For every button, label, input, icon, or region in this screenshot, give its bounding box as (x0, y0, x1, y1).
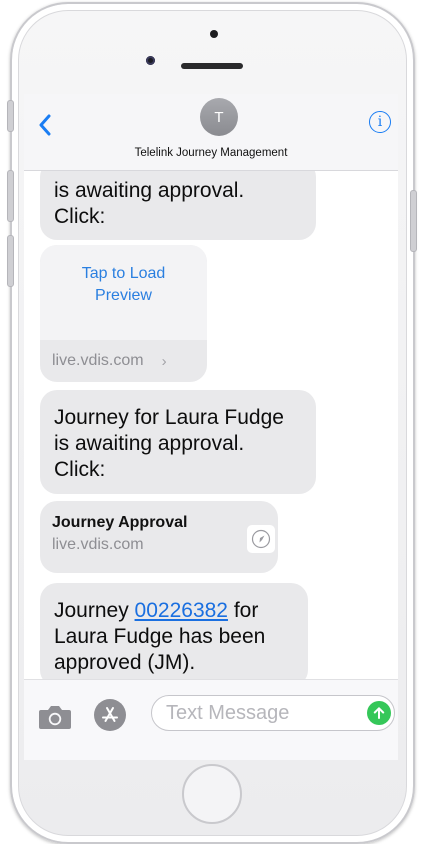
message-input-bar (24, 679, 398, 760)
phone-frame-stage: is awaiting approval. Click: Tap to Load… (0, 0, 421, 844)
message-line: is awaiting approval. (54, 432, 245, 455)
compass-icon (247, 525, 275, 553)
send-button[interactable] (367, 701, 391, 725)
side-button-volume-up (7, 170, 14, 222)
avatar-initial: T (214, 108, 224, 126)
preview-domain-row[interactable]: live.vdis.com › (40, 340, 207, 382)
earpiece-speaker (181, 63, 243, 69)
contact-name[interactable]: Telelink Journey Management (24, 147, 398, 159)
message-bubble[interactable]: is awaiting approval. Click: (40, 160, 316, 240)
app-store-button[interactable] (94, 699, 126, 731)
chevron-left-icon (39, 114, 51, 136)
conversation-header: T Telelink Journey Management i (24, 94, 398, 171)
message-list[interactable]: is awaiting approval. Click: Tap to Load… (24, 94, 398, 760)
message-line: Click: (54, 205, 106, 228)
message-line: Laura Fudge has been (54, 625, 266, 648)
preview-domain: live.vdis.com (52, 352, 144, 369)
info-button[interactable]: i (369, 111, 391, 133)
messages-screen: is awaiting approval. Click: Tap to Load… (24, 94, 398, 760)
message-line: Journey for Laura Fudge (54, 406, 284, 429)
chevron-right-icon: › (161, 352, 167, 370)
link-preview-card[interactable]: Journey Approval live.vdis.com (40, 501, 278, 573)
arrow-up-icon (373, 707, 385, 719)
bubble-tail (40, 368, 49, 382)
tap-to-load-preview-link[interactable]: Tap to Load Preview (40, 245, 207, 307)
home-button[interactable] (182, 764, 242, 824)
side-button-mute (7, 100, 14, 132)
side-button-power (410, 190, 417, 252)
preview-title: Journey Approval (52, 514, 188, 531)
journey-number-link[interactable]: 00226382 (135, 599, 228, 622)
message-input[interactable] (166, 696, 356, 730)
camera-button[interactable] (38, 704, 72, 730)
message-line: Click: (54, 458, 106, 481)
message-line: is awaiting approval. (54, 179, 245, 202)
preview-domain: live.vdis.com (52, 536, 144, 553)
back-button[interactable] (34, 112, 56, 138)
front-camera (146, 56, 155, 65)
preview-image-area[interactable]: Tap to Load Preview (40, 245, 207, 340)
message-line: approved (JM). (54, 651, 196, 674)
app-store-icon (102, 707, 118, 722)
info-icon: i (377, 114, 383, 130)
link-preview-card[interactable]: Tap to Load Preview live.vdis.com › (40, 245, 207, 382)
message-text-field[interactable] (151, 695, 395, 731)
message-line: Journey 00226382 for (54, 599, 259, 622)
proximity-sensor (210, 30, 218, 38)
contact-avatar[interactable]: T (200, 98, 238, 136)
camera-icon (39, 706, 71, 729)
message-bubble[interactable]: Journey for Laura Fudge is awaiting appr… (40, 390, 316, 494)
message-bubble[interactable]: Journey 00226382 for Laura Fudge has bee… (40, 583, 308, 687)
side-button-volume-down (7, 235, 14, 287)
